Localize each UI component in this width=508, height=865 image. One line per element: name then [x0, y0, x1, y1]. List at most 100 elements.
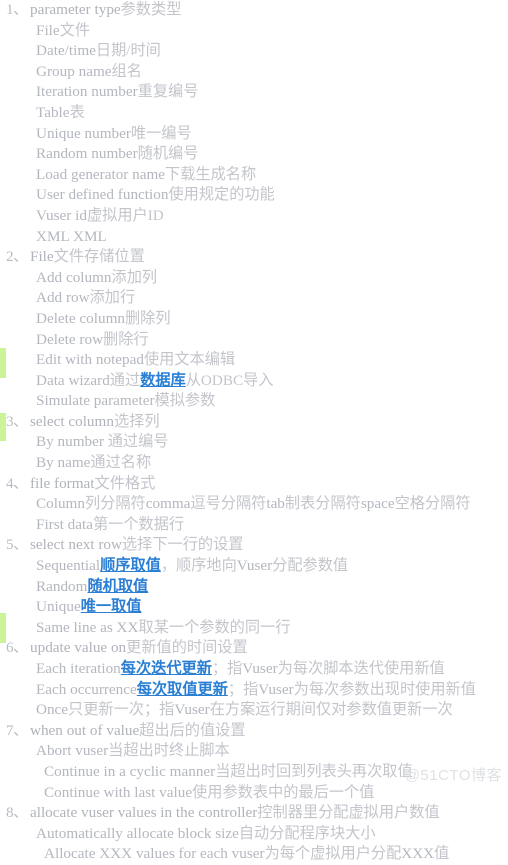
text-en: comma — [145, 495, 191, 513]
sub-item: File文件 — [0, 21, 508, 42]
sub-item: First data第一个数据行 — [0, 515, 508, 536]
text-cn: 文件格式 — [94, 474, 156, 492]
sub-item: Load generator name下载生成名称 — [0, 165, 508, 186]
text-cn: 添加列 — [111, 268, 158, 286]
document-body: 1、 parameter type参数类型 File文件 Date/time日期/时间… — [0, 0, 508, 862]
sub-item: Simulate parameter模拟参数 — [0, 391, 508, 412]
inline-link[interactable]: 每次迭代更新 — [121, 660, 212, 677]
text-cn: 日期/时间 — [95, 42, 161, 60]
text-en: select next row — [30, 536, 122, 554]
inline-link[interactable]: 每次取值更新 — [137, 681, 228, 698]
sub-item: Add row添加行 — [0, 288, 508, 309]
text-cn: 重复编号 — [137, 83, 199, 101]
text-en: User defined function — [36, 186, 169, 204]
text-cn: 在方案运行期间仅对参数值更新一次 — [209, 701, 453, 719]
text-cn: 添加行 — [89, 289, 136, 307]
text-cn: 为每次参数出现时使用新值 — [293, 680, 476, 698]
text-en: Once — [36, 701, 69, 719]
text-cn: 唯一编号 — [130, 124, 192, 142]
sub-item: Table表 — [0, 103, 508, 124]
text-cn: ，顺序地向 — [160, 557, 237, 575]
numbered-item: 4、 file format文件格式 — [0, 474, 508, 495]
text-en: space — [360, 495, 395, 513]
inline-link[interactable]: 数据库 — [140, 372, 186, 389]
text-cn: 为每个虚拟用户分配 — [264, 845, 402, 863]
sub-item: Delete row删除行 — [0, 330, 508, 351]
text-en: Sequential — [36, 557, 101, 575]
inline-link[interactable]: 唯一取值 — [81, 598, 142, 615]
text-cn: 通过名称 — [90, 454, 152, 472]
text-cn: 选择下一行的设置 — [121, 536, 244, 554]
text-cn: 制表分隔符 — [284, 495, 361, 513]
sub-item: Unique唯一取值 — [0, 597, 508, 618]
sub-item: Data wizard通过数据库从ODBC导入 — [0, 371, 508, 392]
inline-link[interactable]: 顺序取值 — [100, 557, 161, 574]
sub-item: Date/time日期/时间 — [0, 41, 508, 62]
text-en: Data wizard — [36, 371, 110, 389]
text-en: parameter type — [30, 1, 121, 18]
text-en: Continue with last value — [44, 783, 193, 801]
numbered-item: 7、 when out of value超出后的值设置 — [0, 721, 508, 742]
sub-item: Sequential顺序取值，顺序地向Vuser分配参数值 — [0, 556, 508, 577]
text-en: allocate vuser values in the controller — [30, 804, 258, 822]
text-cn: 分配参数值 — [272, 557, 349, 575]
text-cn: 当超出时回到列表头再次取值 — [215, 762, 413, 780]
sub-item: By number 通过编号 — [0, 432, 508, 453]
text-cn: 参数类型 — [120, 1, 182, 18]
text-en: Delete row — [36, 330, 104, 348]
text-en: By name — [36, 454, 91, 472]
sub-item: Add column添加列 — [0, 268, 508, 289]
text-cn: 空格分隔符 — [394, 495, 471, 513]
text-en: Vuser id — [36, 206, 87, 224]
text-cn: 通过 — [109, 371, 141, 389]
sub-item: Continue with last value使用参数表中的最后一个值 — [0, 783, 508, 804]
text-cn: 自动分配程序块大小 — [238, 824, 376, 842]
sub-item: Automatically allocate block size自动分配程序块… — [0, 824, 508, 845]
inline-link[interactable]: 随机取值 — [87, 578, 148, 595]
sub-item: By name通过名称 — [0, 453, 508, 474]
text-en: Abort vuser — [36, 742, 109, 760]
text-cn: 使用参数表中的最后一个值 — [192, 783, 375, 801]
text-en: Iteration number — [36, 83, 138, 101]
numbered-item: 3、 select column选择列 — [0, 412, 508, 433]
note-line-list: 1、 parameter type参数类型 File文件 Date/time日期/时间… — [0, 0, 508, 865]
numbered-item: 8、 allocate vuser values in the controlle… — [0, 803, 508, 824]
text-cn: 表 — [69, 103, 85, 121]
item-number: 6、 — [6, 639, 28, 657]
text-en: First data — [36, 515, 93, 533]
text-en: XML XML — [36, 227, 107, 245]
text-cn: 使用文本编辑 — [143, 351, 236, 369]
text-en: Random — [36, 577, 88, 595]
text-en: Group name — [36, 62, 112, 80]
text-cn: 文件存储位置 — [53, 248, 145, 266]
text-en: select column — [30, 412, 114, 430]
text-cn: 逗号分隔符 — [190, 495, 267, 513]
text-en: Random number — [36, 145, 138, 163]
sub-item: User defined function使用规定的功能 — [0, 185, 508, 206]
text-en: Vuser — [242, 660, 278, 677]
text-cn: ；指 — [227, 680, 259, 698]
sub-item: Column列分隔符comma逗号分隔符tab制表分隔符space空格分隔符 — [0, 494, 508, 515]
text-en: Edit with notepad — [36, 351, 144, 369]
text-cn: 选择列 — [113, 412, 160, 430]
text-cn: 使用规定的功能 — [168, 186, 275, 204]
text-en: Each occurrence — [36, 680, 137, 698]
text-en: Unique number — [36, 124, 131, 142]
item-number: 3、 — [6, 412, 28, 430]
numbered-item: 1、 parameter type参数类型 — [0, 0, 508, 21]
text-cn: 超出后的值设置 — [139, 721, 246, 739]
text-en: Column — [36, 495, 85, 513]
text-en: Table — [36, 103, 70, 121]
sub-item: Unique number唯一编号 — [0, 124, 508, 145]
text-en: Vuser — [258, 680, 294, 698]
text-en: Date/time — [36, 42, 96, 60]
item-number: 1、 — [6, 1, 28, 18]
text-cn: 值 — [434, 845, 450, 863]
text-en: Unique — [36, 598, 81, 616]
sub-item: Once只更新一次；指Vuser在方案运行期间仅对参数值更新一次 — [0, 700, 508, 721]
text-cn: 从ODBC导入 — [185, 371, 274, 389]
text-cn: 第一个数据行 — [92, 515, 185, 533]
text-cn: 取某一个参数的同一行 — [138, 618, 291, 636]
text-en: tab — [266, 495, 285, 513]
text-cn: 随机编号 — [137, 145, 199, 163]
